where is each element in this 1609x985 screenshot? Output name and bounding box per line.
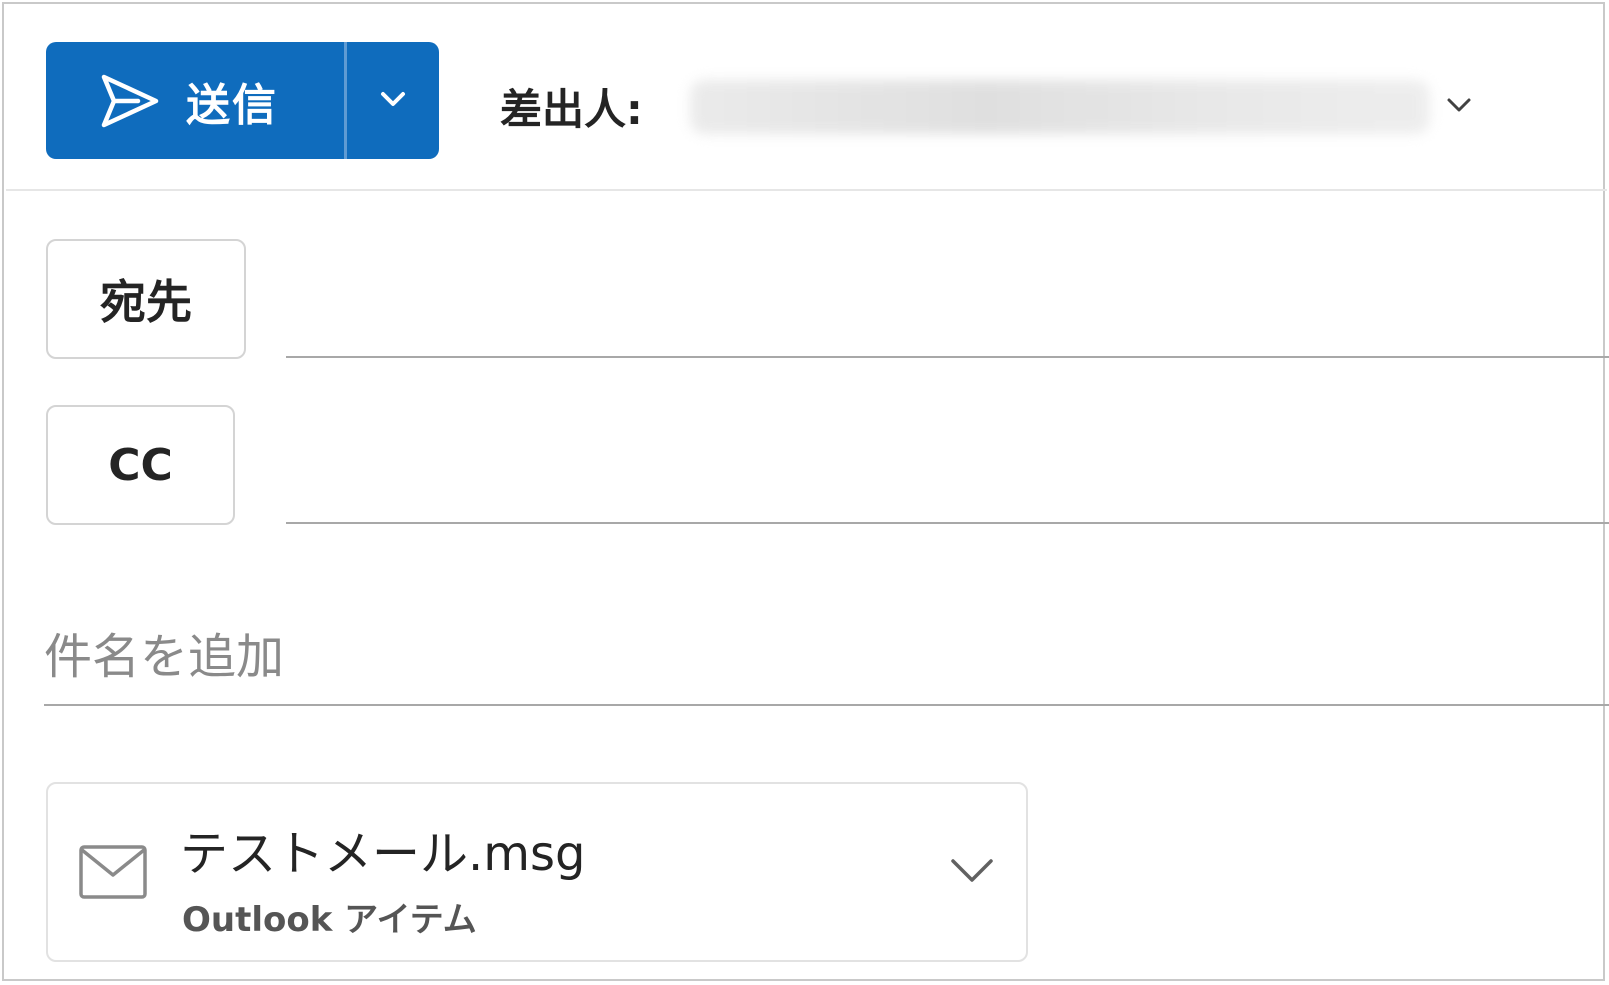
subject-input[interactable] bbox=[44, 610, 1609, 706]
send-icon bbox=[98, 69, 162, 133]
chevron-down-icon bbox=[947, 853, 997, 891]
cc-input[interactable] bbox=[286, 468, 1609, 524]
from-label: 差出人: bbox=[500, 85, 643, 134]
from-dropdown-button[interactable] bbox=[1442, 90, 1476, 124]
from-address-redacted[interactable] bbox=[690, 80, 1430, 134]
send-split-button: 送信 bbox=[46, 42, 439, 159]
chevron-down-icon bbox=[376, 82, 410, 120]
compose-window: 送信 差出人: 宛先 CC 件名を追加 テストメール.msg Outlook ア… bbox=[2, 2, 1609, 981]
chevron-down-icon bbox=[1442, 88, 1476, 126]
send-options-button[interactable] bbox=[347, 42, 439, 159]
attachment-card[interactable]: テストメール.msg Outlook アイテム bbox=[46, 782, 1028, 962]
send-button[interactable]: 送信 bbox=[46, 42, 344, 159]
to-input[interactable] bbox=[286, 302, 1609, 358]
cc-button[interactable]: CC bbox=[46, 405, 235, 525]
attachment-file-name: テストメール.msg bbox=[180, 826, 586, 882]
attachment-file-type: Outlook アイテム bbox=[182, 900, 477, 940]
attachment-menu-button[interactable] bbox=[944, 846, 1000, 898]
toolbar-divider bbox=[6, 189, 1607, 191]
to-button[interactable]: 宛先 bbox=[46, 239, 246, 359]
mail-icon bbox=[78, 844, 148, 900]
send-label: 送信 bbox=[186, 79, 278, 131]
